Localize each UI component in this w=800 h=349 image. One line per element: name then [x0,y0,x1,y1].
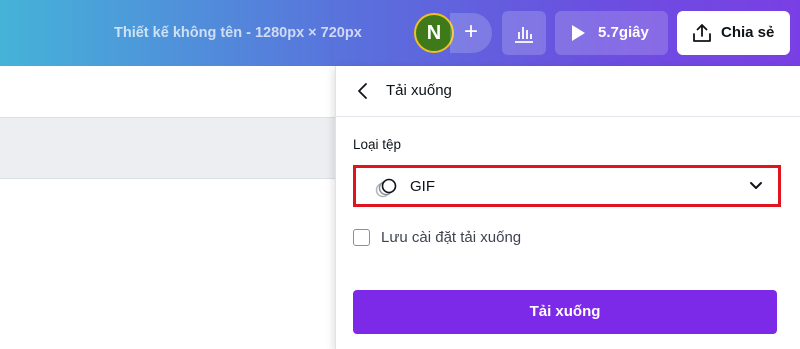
analytics-button[interactable] [502,11,546,55]
bar-chart-icon [515,27,533,43]
download-button[interactable]: Tải xuống [353,290,777,334]
editor-toolbar-area [0,66,335,117]
share-label: Chia sẻ [721,24,775,41]
editor-canvas-strip [0,117,335,179]
download-panel: Tải xuống Loại tệp GIF Lưu cài đặt tải x… [335,66,800,349]
file-type-label: Loại tệp [353,137,402,152]
chevron-left-icon[interactable] [353,81,373,101]
download-panel-header: Tải xuống [336,66,800,117]
present-duration: 5.7giây [598,24,649,41]
upload-icon [693,24,711,42]
top-toolbar: Thiết kế không tên - 1280px × 720px N + … [0,0,800,66]
chevron-down-icon [750,182,762,189]
file-type-dropdown[interactable]: GIF [353,165,781,207]
save-settings-checkbox[interactable] [353,229,370,246]
add-member-button[interactable]: + [450,13,492,53]
panel-title: Tải xuống [386,82,452,99]
design-title[interactable]: Thiết kế không tên - 1280px × 720px [114,25,362,41]
share-button[interactable]: Chia sẻ [677,11,790,55]
present-button[interactable]: 5.7giây [555,11,668,55]
file-type-value: GIF [410,178,435,195]
save-settings-label: Lưu cài đặt tải xuống [381,229,522,246]
user-avatar[interactable]: N [414,13,454,53]
gif-format-icon [375,178,397,198]
play-icon [572,25,585,41]
